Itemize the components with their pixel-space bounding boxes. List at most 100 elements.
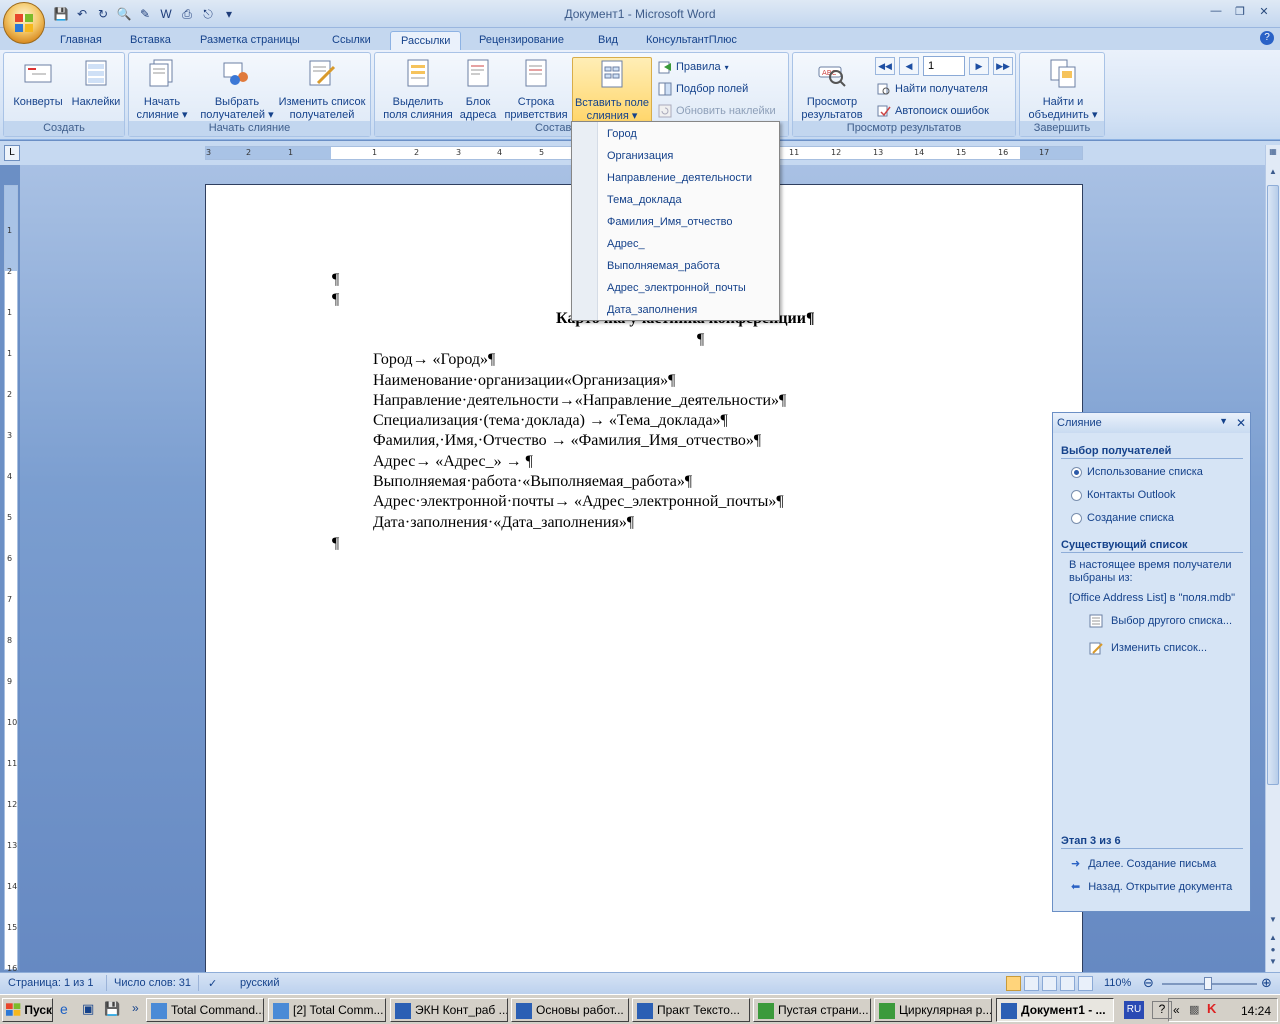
pane-menu-icon[interactable]: ▼ [1219,416,1228,426]
finish-merge-button[interactable]: Найти и объединить ▾ [1024,57,1102,122]
office-button[interactable] [3,2,45,44]
taskbar-item[interactable]: Циркулярная р... [874,998,992,1022]
taskbar-item[interactable]: Практ Тексто... [632,998,750,1022]
ruler-toggle-icon[interactable]: ▦ [1267,147,1279,159]
vertical-scrollbar[interactable]: ▦ ▲ ▼ ▲ ● ▼ [1265,145,1280,972]
language-indicator[interactable]: русский [240,977,279,989]
spelling-check-icon[interactable]: ✓ [208,977,217,990]
record-number-input[interactable]: 1 [923,56,965,76]
match-fields-button[interactable]: Подбор полей [658,80,748,98]
restore-icon[interactable]: ❐ [1230,3,1250,19]
help-icon[interactable]: ? [1260,31,1274,45]
tab-references[interactable]: Ссылки [322,31,381,50]
internet-explorer-icon[interactable]: e [60,1001,78,1019]
zoom-in-icon[interactable]: ⊕ [1261,975,1272,991]
taskbar-item[interactable]: Основы работ... [511,998,629,1022]
finish-merge-label-1: Найти и [1042,96,1084,108]
merge-field-item[interactable]: Дата_заполнения [607,299,697,321]
auto-check-errors-button[interactable]: Автопоиск ошибок [877,102,989,120]
taskbar-item-label: [2] Total Comm... [293,1003,384,1017]
task-pane-title: Слияние [1057,417,1102,429]
greeting-line-button[interactable]: Строка приветствия [499,57,573,122]
previous-page-icon[interactable]: ▲ [1267,933,1279,945]
show-desktop-icon[interactable]: ▣ [82,1001,100,1019]
browse-object-icon[interactable]: ● [1267,945,1279,957]
network-icon[interactable]: ▩ [1189,1003,1199,1016]
start-button[interactable]: Пуск [2,998,53,1022]
merge-field-item[interactable]: Тема_доклада [607,189,682,211]
previous-record-button[interactable]: ◀ [899,57,919,75]
next-page-icon[interactable]: ▼ [1267,957,1279,969]
envelopes-button[interactable]: Конверты [8,57,68,109]
taskbar-item-active[interactable]: Документ1 - ... [996,998,1114,1022]
tab-page-layout[interactable]: Разметка страницы [190,31,310,50]
edit-list-link[interactable]: Изменить список... [1089,641,1207,655]
merge-field-item[interactable]: Адрес_ [607,233,645,255]
merge-field-item[interactable]: Направление_деятельности [607,167,752,189]
empty-paragraph: ¶ [332,535,340,552]
update-labels-button[interactable]: Обновить наклейки [658,102,776,120]
tab-insert[interactable]: Вставка [120,31,181,50]
tab-mailings[interactable]: Рассылки [390,31,462,50]
close-icon[interactable]: ✕ [1236,416,1246,430]
preview-results-button[interactable]: ABC Просмотр результатов [797,57,867,122]
scroll-up-icon[interactable]: ▲ [1267,167,1279,179]
taskbar-item[interactable]: [2] Total Comm... [268,998,386,1022]
page-count[interactable]: Страница: 1 из 1 [8,977,94,989]
zoom-out-icon[interactable]: ⊖ [1143,975,1154,991]
edit-recipient-list-button[interactable]: Изменить список получателей [275,57,369,122]
language-bar[interactable]: RU [1124,1001,1144,1019]
select-recipients-button[interactable]: Выбрать получателей ▾ [199,57,275,122]
antivirus-icon[interactable]: K [1207,1001,1216,1016]
radio-use-list[interactable]: Использование списка [1071,466,1203,478]
word-doc-icon [395,1003,411,1019]
scrollbar-thumb[interactable] [1267,185,1279,785]
last-record-button[interactable]: ▶▶ [993,57,1013,75]
tray-expand-icon[interactable]: « [1173,1003,1180,1017]
minimize-icon[interactable]: — [1206,3,1226,19]
scroll-down-icon[interactable]: ▼ [1267,915,1279,927]
zoom-level[interactable]: 110% [1104,977,1131,989]
first-record-button[interactable]: ◀◀ [875,57,895,75]
next-step-link[interactable]: ➜ Далее. Создание письма [1071,857,1216,871]
taskbar-item[interactable]: Пустая страни... [753,998,871,1022]
taskbar-item[interactable]: ЭКН Конт_раб ... [390,998,508,1022]
draft-view-icon[interactable] [1078,976,1093,991]
print-layout-view-icon[interactable] [1006,976,1021,991]
insert-merge-field-button[interactable]: Вставить поле слияния ▾ [572,57,652,123]
merge-field-item[interactable]: Организация [607,145,673,167]
choose-other-list-link[interactable]: Выбор другого списка... [1089,614,1232,628]
merge-field-item[interactable]: Выполняемая_работа [607,255,720,277]
taskbar-item[interactable]: Total Command... [146,998,264,1022]
rules-button[interactable]: Правила ▾ [658,58,729,76]
highlight-fields-button[interactable]: Выделить поля слияния [379,57,457,122]
full-screen-view-icon[interactable] [1024,976,1039,991]
save-icon[interactable]: 💾 [104,1001,122,1019]
merge-field-item[interactable]: Город [607,123,637,145]
close-icon[interactable]: ✕ [1254,3,1274,19]
radio-outlook-contacts[interactable]: Контакты Outlook [1071,489,1175,501]
tab-selector-button[interactable]: L [4,145,20,161]
tab-home[interactable]: Главная [50,31,112,50]
ruler-number: 14 [7,882,18,891]
tab-review[interactable]: Рецензирование [469,31,574,50]
merge-field-item[interactable]: Адрес_электронной_почты [607,277,746,299]
web-layout-view-icon[interactable] [1042,976,1057,991]
labels-button[interactable]: Наклейки [68,57,124,109]
tab-view[interactable]: Вид [588,31,628,50]
next-record-button[interactable]: ▶ [969,57,989,75]
start-merge-button[interactable]: Начать слияние ▾ [133,57,191,122]
outline-view-icon[interactable] [1060,976,1075,991]
zoom-slider-thumb[interactable] [1204,977,1212,990]
section-select-recipients: Выбор получателей [1061,445,1243,459]
previous-step-label: Назад. Открытие документа [1088,880,1233,893]
find-recipient-button[interactable]: Найти получателя [877,80,988,98]
radio-create-list[interactable]: Создание списка [1071,512,1174,524]
address-block-button[interactable]: Блок адреса [459,57,497,122]
ruler-number: 4 [497,148,503,157]
previous-step-link[interactable]: ⬅ Назад. Открытие документа [1071,880,1233,894]
merge-field-item[interactable]: Фамилия_Имя_отчество [607,211,733,233]
word-count[interactable]: Число слов: 31 [114,977,191,989]
vertical-ruler[interactable]: 1 2 1 1 2 3 4 5 6 7 8 9 10 11 12 13 14 15 16 [4,185,18,973]
tab-consultant-plus[interactable]: КонсультантПлюс [636,31,747,50]
